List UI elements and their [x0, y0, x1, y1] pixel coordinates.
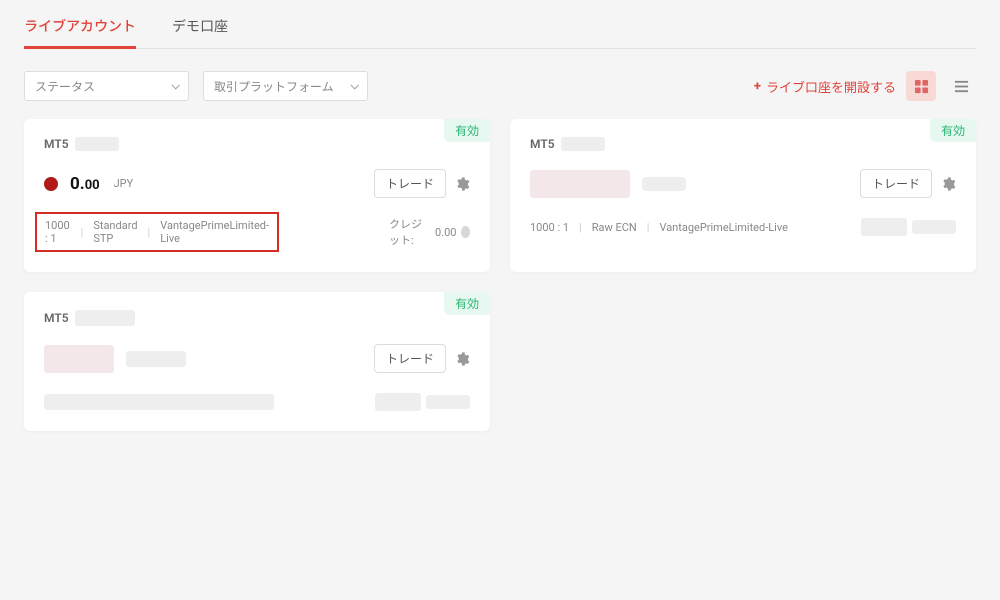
grid-icon [914, 79, 929, 94]
status-dropdown[interactable]: ステータス [24, 71, 189, 101]
open-live-account-button[interactable]: + ライブ口座を開設する [754, 77, 896, 96]
trade-button[interactable]: トレード [374, 169, 446, 198]
credit-value: 0.00 [435, 226, 456, 239]
redacted-balance-extra [126, 351, 186, 367]
open-live-account-label: ライブ口座を開設する [766, 77, 896, 96]
plus-icon: + [754, 79, 761, 94]
status-badge: 有効 [930, 119, 976, 142]
account-type-label: Standard STP [93, 219, 137, 245]
leverage-label: 1000 : 1 [45, 219, 71, 245]
account-card: 有効 MT5 トレード 1000 : 1 | Raw ECN | Vantage… [510, 119, 976, 272]
cards-container: 有効 MT5 0.00 JPY トレード 1000 : 1 | Standard… [24, 119, 976, 431]
trade-button[interactable]: トレード [860, 169, 932, 198]
gear-icon[interactable] [454, 351, 470, 367]
view-list-button[interactable] [946, 71, 976, 101]
currency-label: JPY [114, 177, 134, 190]
account-card: 有効 MT5 トレード [24, 292, 490, 431]
credit-label: クレジット: [389, 216, 430, 248]
account-tabs: ライブアカウント デモ口座 [24, 0, 976, 49]
server-label: VantagePrimeLimited-Live [659, 221, 788, 234]
redacted-credit-extra [912, 220, 956, 234]
redacted-balance [44, 345, 114, 373]
status-badge: 有効 [444, 292, 490, 315]
status-badge: 有効 [444, 119, 490, 142]
chevron-down-icon [350, 81, 358, 89]
balance-status-dot [44, 177, 58, 191]
highlighted-account-info: 1000 : 1 | Standard STP | VantagePrimeLi… [35, 212, 279, 252]
redacted-credit [375, 393, 421, 411]
platform-dropdown[interactable]: 取引プラットフォーム [203, 71, 368, 101]
server-label: VantagePrimeLimited-Live [160, 219, 269, 245]
redacted-account-id [75, 310, 135, 326]
gear-icon[interactable] [940, 176, 956, 192]
leverage-label: 1000 : 1 [530, 221, 569, 234]
platform-label: MT5 [530, 137, 555, 151]
account-card: 有効 MT5 0.00 JPY トレード 1000 : 1 | Standard… [24, 119, 490, 272]
redacted-balance [530, 170, 630, 198]
redacted-account-id [561, 137, 605, 151]
status-dropdown-label: ステータス [35, 78, 95, 95]
filter-row: ステータス 取引プラットフォーム + ライブ口座を開設する [24, 71, 976, 101]
chevron-down-icon [171, 81, 179, 89]
redacted-credit-extra [426, 395, 470, 409]
gear-icon[interactable] [454, 176, 470, 192]
platform-label: MT5 [44, 137, 69, 151]
tab-demo[interactable]: デモ口座 [172, 16, 228, 48]
trade-button[interactable]: トレード [374, 344, 446, 373]
account-type-label: Raw ECN [592, 221, 637, 234]
redacted-balance-extra [642, 177, 686, 191]
platform-label: MT5 [44, 311, 69, 325]
redacted-credit [861, 218, 907, 236]
list-icon [954, 79, 969, 94]
platform-dropdown-label: 取引プラットフォーム [214, 78, 334, 95]
view-grid-button[interactable] [906, 71, 936, 101]
redacted-info [44, 394, 274, 410]
redacted-account-id [75, 137, 119, 151]
tab-live[interactable]: ライブアカウント [24, 16, 136, 49]
info-icon[interactable] [461, 226, 470, 238]
balance-value: 0.00 [70, 174, 100, 194]
